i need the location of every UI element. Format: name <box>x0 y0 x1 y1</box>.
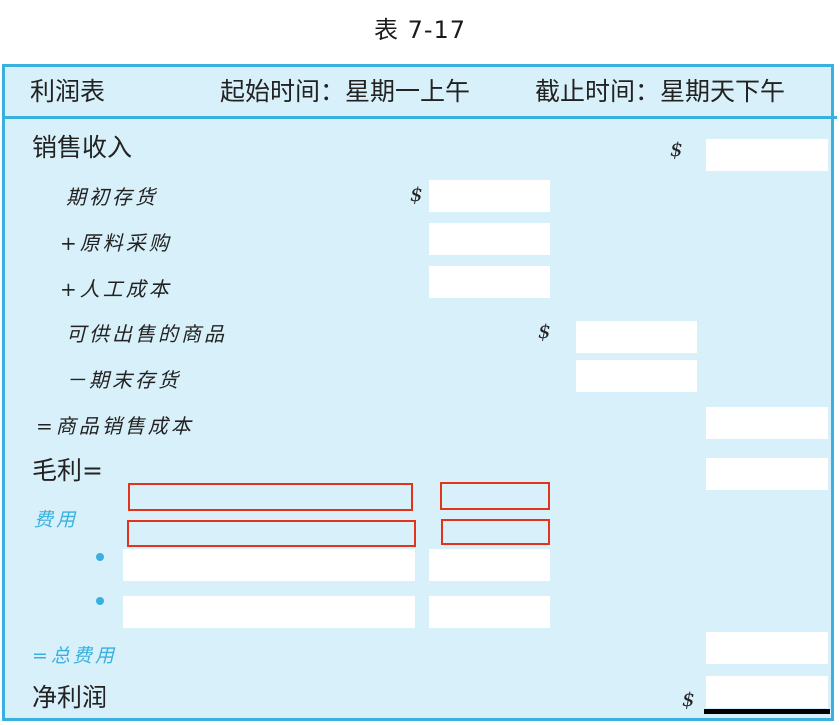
currency-symbol: $ <box>410 182 423 206</box>
expense-item-amount-field[interactable] <box>429 549 550 581</box>
expense-item-name-field[interactable] <box>123 549 415 581</box>
statement-title: 利润表 <box>30 77 106 106</box>
expense-item-amount-box[interactable] <box>441 519 550 545</box>
header-divider <box>2 116 837 119</box>
bullet-dot <box>96 597 104 605</box>
ending-inventory-field[interactable] <box>576 360 697 392</box>
expense-item-name-field[interactable] <box>123 596 415 628</box>
row-label-cogs: =商品销售成本 <box>36 414 194 438</box>
cogs-field[interactable] <box>706 407 828 439</box>
beginning-inventory-field[interactable] <box>429 180 550 212</box>
total-expenses-field[interactable] <box>706 632 828 664</box>
row-label-goods-available: 可供出售的商品 <box>66 322 227 346</box>
row-label-labor-cost: +人工成本 <box>60 277 172 301</box>
row-label-total-expenses: =总费用 <box>32 645 117 667</box>
labor-cost-field[interactable] <box>429 266 550 298</box>
currency-symbol: $ <box>670 137 683 161</box>
row-label-net-profit: 净利润 <box>32 683 108 712</box>
gross-profit-field[interactable] <box>706 458 828 490</box>
row-label-sales-revenue: 销售收入 <box>32 133 133 162</box>
currency-symbol: $ <box>682 687 695 711</box>
row-label-gross-profit: 毛利= <box>32 456 103 485</box>
row-label-raw-material-purchase: +原料采购 <box>60 231 172 255</box>
bullet-dot <box>96 553 104 561</box>
row-label-beginning-inventory: 期初存货 <box>66 185 158 209</box>
currency-symbol: $ <box>538 319 551 343</box>
goods-available-field[interactable] <box>576 321 697 353</box>
end-time: 截止时间：星期天下午 <box>535 77 786 106</box>
expense-item-amount-box[interactable] <box>440 482 550 510</box>
expense-item-name-box[interactable] <box>127 520 416 547</box>
sales-revenue-field[interactable] <box>706 139 828 171</box>
expense-item-name-box[interactable] <box>128 483 413 511</box>
double-underline <box>704 709 830 714</box>
row-label-ending-inventory: －期末存货 <box>66 368 181 392</box>
start-time: 起始时间：星期一上午 <box>220 77 471 106</box>
raw-material-purchase-field[interactable] <box>429 223 550 255</box>
row-label-expenses: 费用 <box>34 509 79 531</box>
net-profit-field[interactable] <box>706 676 828 708</box>
expense-item-amount-field[interactable] <box>429 596 550 628</box>
table-caption: 表 7-17 <box>373 16 467 44</box>
